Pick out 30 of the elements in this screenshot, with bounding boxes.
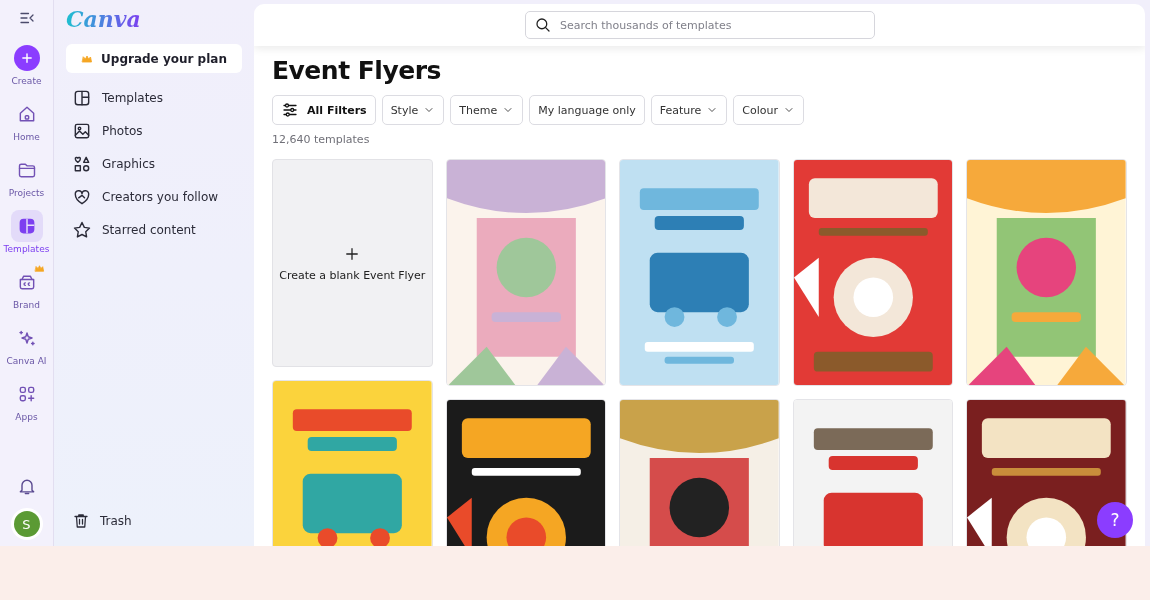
rail-item[interactable]: Create: [2, 42, 51, 86]
rail-item[interactable]: Canva AI: [2, 322, 51, 366]
trash-button[interactable]: Trash: [66, 506, 242, 536]
side-nav-item[interactable]: Templates: [66, 81, 242, 114]
rail-item[interactable]: Apps: [2, 378, 51, 422]
rail-item[interactable]: Brand: [2, 266, 51, 310]
rail-item[interactable]: Templates: [2, 210, 51, 254]
rail-item[interactable]: Projects: [2, 154, 51, 198]
side-nav-item[interactable]: Graphics: [66, 147, 242, 180]
folder-icon: [16, 160, 37, 180]
filter-button[interactable]: Theme: [450, 95, 524, 125]
upgrade-button[interactable]: Upgrade your plan: [66, 44, 242, 73]
template-count: 12,640 templates: [272, 133, 371, 146]
rail-item[interactable]: Home: [2, 98, 51, 142]
filter-button[interactable]: Feature: [650, 95, 728, 125]
side-nav-item[interactable]: Creators you follow: [66, 180, 242, 213]
filter-button[interactable]: My language only: [529, 95, 645, 125]
blank-template-card[interactable]: Create a blank Event Flyer: [272, 159, 433, 367]
filter-button[interactable]: All Filters: [272, 95, 376, 125]
sliders-icon: [281, 101, 299, 119]
trash-icon: [72, 512, 90, 530]
side-nav-item[interactable]: Starred content: [66, 213, 242, 246]
sparkle-icon: [16, 328, 37, 348]
filter-button[interactable]: Style: [381, 95, 445, 125]
star-icon: [72, 219, 92, 240]
search-field[interactable]: Search thousands of templates: [525, 11, 875, 39]
page-title: Event Flyers: [272, 56, 442, 85]
filter-button[interactable]: Colour: [733, 95, 804, 125]
crown-icon: [33, 263, 45, 274]
side-nav-item[interactable]: Photos: [66, 114, 242, 147]
